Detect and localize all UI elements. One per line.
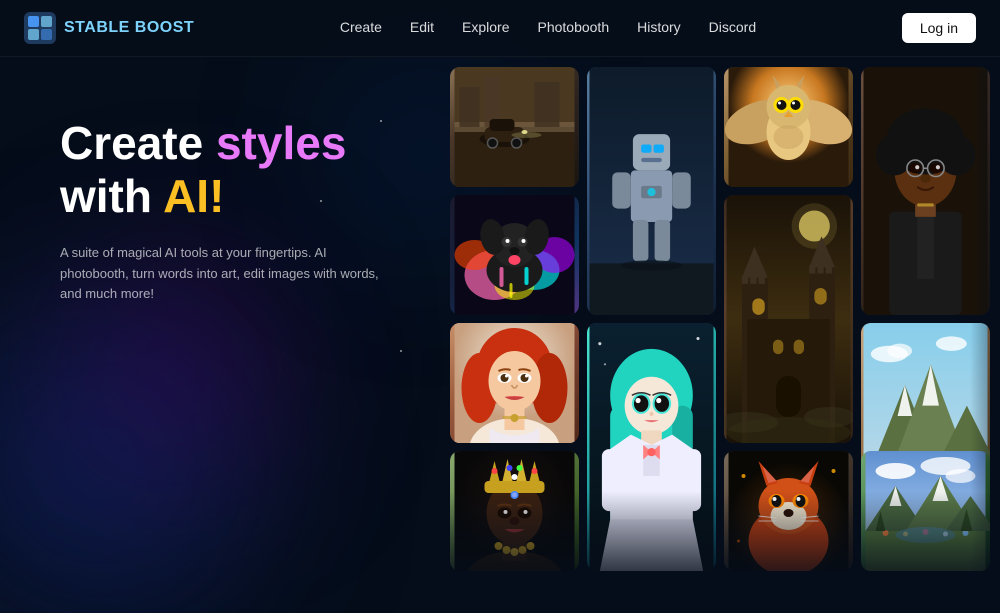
- grid-cell-african-woman[interactable]: [450, 451, 579, 571]
- grid-cell-dog[interactable]: [450, 195, 579, 315]
- image-gallery: [420, 57, 1000, 571]
- headline: Create styles with AI!: [60, 117, 380, 223]
- nav-item-photobooth[interactable]: Photobooth: [537, 19, 609, 37]
- headline-create: Create: [60, 117, 216, 169]
- grid-cell-robot[interactable]: [587, 67, 716, 315]
- navbar: STABLE BOOST Create Edit Explore Photobo…: [0, 0, 1000, 57]
- headline-styles: styles: [216, 117, 346, 169]
- main-content: Create styles with AI! A suite of magica…: [0, 57, 1000, 571]
- grid-cell-afro-man[interactable]: [861, 67, 990, 315]
- nav-item-create[interactable]: Create: [340, 19, 382, 37]
- grid-cell-fox[interactable]: [724, 451, 853, 571]
- grid-cell-owl[interactable]: [724, 67, 853, 187]
- grid-cell-anime[interactable]: [587, 323, 716, 571]
- logo[interactable]: STABLE BOOST: [24, 12, 194, 44]
- image-grid: [450, 67, 1000, 571]
- hero-subtext: A suite of magical AI tools at your fing…: [60, 243, 380, 305]
- nav-item-explore[interactable]: Explore: [462, 19, 509, 37]
- headline-with: with: [60, 170, 163, 222]
- logo-text: STABLE BOOST: [64, 19, 194, 37]
- grid-cell-landscape[interactable]: [861, 451, 990, 571]
- nav-item-edit[interactable]: Edit: [410, 19, 434, 37]
- login-button[interactable]: Log in: [902, 13, 976, 43]
- headline-ai: AI!: [163, 170, 224, 222]
- nav-links: Create Edit Explore Photobooth History D…: [340, 19, 756, 37]
- nav-item-history[interactable]: History: [637, 19, 681, 37]
- grid-cell-redhead[interactable]: [450, 323, 579, 443]
- hero-section: Create styles with AI! A suite of magica…: [0, 57, 420, 571]
- nav-item-discord[interactable]: Discord: [709, 19, 756, 37]
- grid-cell-castle[interactable]: [724, 195, 853, 443]
- grid-cell-cars[interactable]: [450, 67, 579, 187]
- logo-icon: [24, 12, 56, 44]
